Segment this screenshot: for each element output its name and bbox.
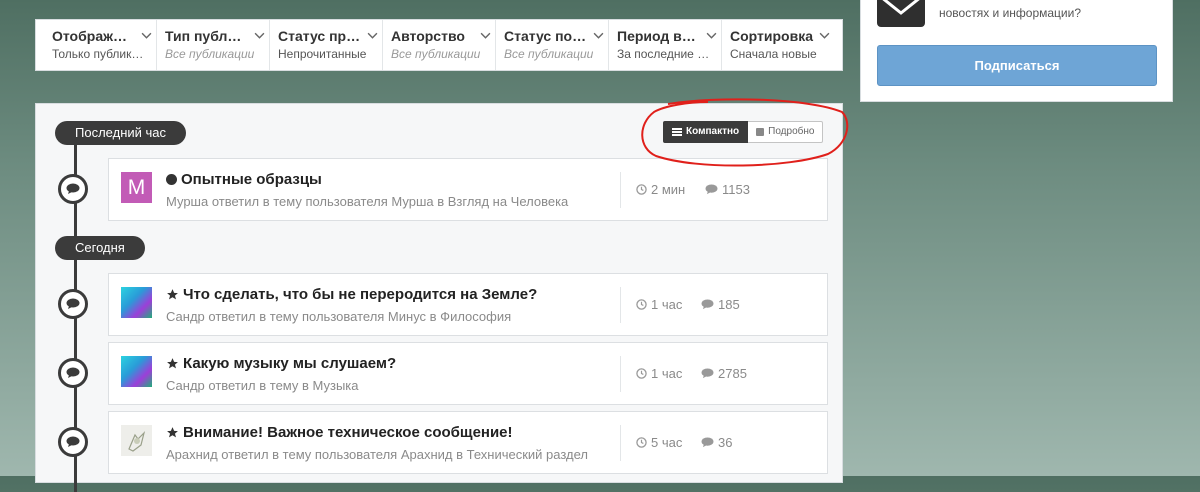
entry-title[interactable]: Опытные образцы [166, 171, 322, 188]
avatar[interactable] [121, 287, 152, 318]
chevron-down-icon [706, 32, 717, 39]
entry-time: 1 час [636, 366, 682, 381]
filter-value: Все публикации [504, 47, 594, 61]
chevron-down-icon [480, 32, 491, 39]
clock-icon [636, 184, 647, 195]
entry-title-text[interactable]: Опытные образцы [181, 171, 322, 188]
avatar[interactable] [121, 425, 152, 456]
filter-display[interactable]: Отображ… Только публик… [44, 20, 157, 70]
detailed-view-label: Подробно [768, 126, 815, 137]
entry-replies: 1153 [705, 182, 750, 197]
filter-value: Все публикации [165, 47, 255, 61]
activity-feed: Последний час Сегодня Компактно Подробно… [35, 103, 843, 492]
entry-replies: 2785 [701, 366, 747, 381]
unread-dot-icon [166, 174, 177, 185]
time-text: 2 мин [651, 182, 686, 197]
entry-title-text[interactable]: Внимание! Важное техническое сообщение! [183, 424, 513, 441]
list-item[interactable]: M Опытные образцы Мурша ответил в тему п… [108, 158, 828, 221]
compact-view-label: Компактно [686, 126, 740, 137]
entry-subtitle: Мурша ответил в тему пользователя Мурша … [166, 194, 569, 209]
divider [620, 425, 621, 461]
avatar[interactable]: M [121, 172, 152, 203]
entry-title[interactable]: Какую музыку мы слушаем? [166, 355, 396, 372]
chevron-down-icon [367, 32, 378, 39]
divider [620, 172, 621, 208]
comment-bubble-icon [58, 358, 88, 388]
square-icon [756, 128, 765, 136]
list-icon [672, 128, 682, 136]
replies-count: 1153 [722, 182, 750, 197]
clock-icon [636, 368, 647, 379]
entry-subtitle: Арахнид ответил в тему пользователя Арах… [166, 447, 588, 462]
filter-value: За последние 3… [617, 47, 713, 61]
filter-period[interactable]: Период в… За последние 3… [609, 20, 722, 70]
section-label-last-hour: Последний час [55, 121, 187, 145]
filter-bar: Отображ… Только публик… Тип публ… Все пу… [35, 19, 843, 71]
star-icon [167, 289, 178, 300]
filter-read-status[interactable]: Статус пр… Непрочитанные [270, 20, 383, 70]
time-text: 5 час [651, 435, 683, 450]
filter-post-status[interactable]: Статус по… Все публикации [496, 20, 609, 70]
chevron-down-icon [593, 32, 604, 39]
comment-icon [705, 184, 718, 195]
filter-title: Статус по… [504, 28, 587, 44]
detailed-view-button[interactable]: Подробно [748, 121, 824, 143]
comment-icon [701, 299, 714, 310]
entry-title[interactable]: Что сделать, что бы не переродится на Зе… [166, 286, 537, 303]
replies-count: 2785 [718, 366, 747, 381]
filter-authorship[interactable]: Авторство Все публикации [383, 20, 496, 70]
filter-sort[interactable]: Сортировка Сначала новые [722, 20, 834, 70]
filter-title: Период в… [617, 28, 696, 44]
filter-value: Непрочитанные [278, 47, 367, 61]
subscribe-text: новостях и информации? [939, 6, 1082, 20]
view-toggle: Компактно Подробно [663, 121, 824, 143]
subscribe-widget: новостях и информации? Подписаться [860, 0, 1173, 102]
time-text: 1 час [651, 297, 683, 312]
compact-view-button[interactable]: Компактно [663, 121, 749, 143]
section-label-today: Сегодня [55, 236, 145, 260]
divider [620, 356, 621, 392]
entry-time: 5 час [636, 435, 682, 450]
filter-title: Авторство [391, 28, 465, 44]
entry-time: 1 час [636, 297, 682, 312]
comment-bubble-icon [58, 289, 88, 319]
comment-icon [701, 437, 714, 448]
entry-title[interactable]: Внимание! Важное техническое сообщение! [166, 424, 513, 441]
entry-time: 2 мин [636, 182, 685, 197]
entry-subtitle: Сандр ответил в тему пользователя Минус … [166, 309, 512, 324]
entry-title-text[interactable]: Что сделать, что бы не переродится на Зе… [183, 286, 537, 303]
replies-count: 185 [718, 297, 740, 312]
chevron-down-icon [254, 32, 265, 39]
entry-replies: 185 [701, 297, 740, 312]
comment-bubble-icon [58, 427, 88, 457]
filter-value: Сначала новые [730, 47, 817, 61]
filter-title: Сортировка [730, 28, 813, 44]
list-item[interactable]: Внимание! Важное техническое сообщение! … [108, 411, 828, 474]
filter-value: Все публикации [391, 47, 481, 61]
star-icon [167, 358, 178, 369]
star-icon [167, 427, 178, 438]
clock-icon [636, 437, 647, 448]
filter-title: Статус пр… [278, 28, 361, 44]
filter-title: Отображ… [52, 28, 128, 44]
filter-value: Только публик… [52, 47, 144, 61]
filter-publication-type[interactable]: Тип публ… Все публикации [157, 20, 270, 70]
avatar[interactable] [121, 356, 152, 387]
envelope-icon [877, 0, 925, 27]
comment-icon [701, 368, 714, 379]
entry-subtitle: Сандр ответил в тему в Музыка [166, 378, 359, 393]
list-item[interactable]: Что сделать, что бы не переродится на Зе… [108, 273, 828, 336]
replies-count: 36 [718, 435, 733, 450]
entry-title-text[interactable]: Какую музыку мы слушаем? [183, 355, 396, 372]
chevron-down-icon [141, 32, 152, 39]
subscribe-button[interactable]: Подписаться [877, 45, 1157, 86]
filter-title: Тип публ… [165, 28, 242, 44]
list-item[interactable]: Какую музыку мы слушаем? Сандр ответил в… [108, 342, 828, 405]
clock-icon [636, 299, 647, 310]
comment-bubble-icon [58, 174, 88, 204]
chevron-down-icon [819, 32, 830, 39]
entry-replies: 36 [701, 435, 732, 450]
time-text: 1 час [651, 366, 683, 381]
divider [620, 287, 621, 323]
